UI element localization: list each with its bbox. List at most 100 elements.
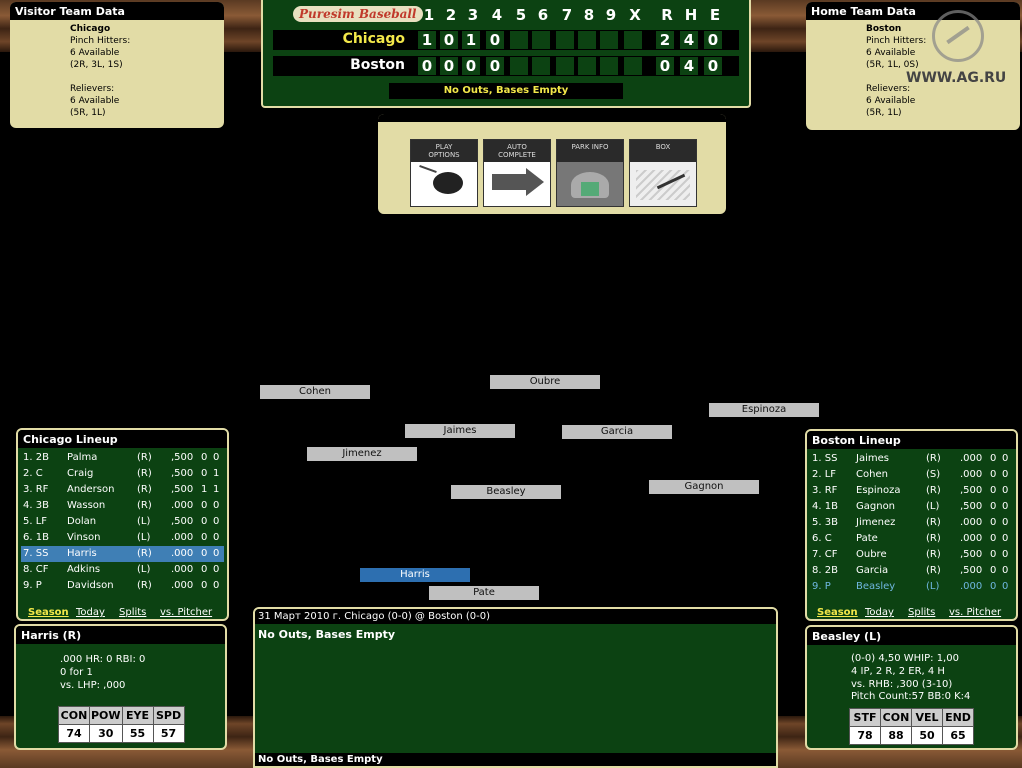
lineup-avg: .000 xyxy=(171,580,194,591)
scoreboard-row-home: Boston 0000040 xyxy=(273,56,739,76)
lineup-row[interactable]: 5. LF Dolan (L) ,500 0 0 xyxy=(21,514,224,530)
lineup-hand: (R) xyxy=(137,468,152,479)
scoreboard-cell: 0 xyxy=(462,57,480,75)
lineup-tab-today[interactable]: Today xyxy=(865,607,894,618)
visitor-rel-split: (5R, 1L) xyxy=(70,108,106,118)
lineup-row[interactable]: 1. 2B Palma (R) ,500 0 0 xyxy=(21,450,224,466)
fielder-catcher[interactable]: Pate xyxy=(429,586,539,600)
rating-header: CON xyxy=(880,708,912,727)
scoreboard-status: No Outs, Bases Empty xyxy=(389,83,623,99)
lineup-row[interactable]: 2. LF Cohen (S) .000 0 0 xyxy=(810,467,1013,483)
scoreboard-cell xyxy=(532,31,550,49)
scoreboard-cell xyxy=(556,57,574,75)
lineup-hr: 0 xyxy=(990,549,997,560)
lineup-rbi: 0 xyxy=(213,516,220,527)
play-log-panel: 31 Март 2010 г. Chicago (0-0) @ Boston (… xyxy=(253,607,778,768)
lineup-avg: ,500 xyxy=(960,501,983,512)
lineup-tab-season[interactable]: Season xyxy=(817,607,858,618)
scoreboard-cell xyxy=(510,31,528,49)
lineup-row[interactable]: 6. 1B Vinson (L) .000 0 0 xyxy=(21,530,224,546)
visitor-ph-split: (2R, 3L, 1S) xyxy=(70,60,123,70)
batter-split-line: vs. LHP: ,000 xyxy=(60,680,126,691)
lineup-rbi: 0 xyxy=(213,548,220,559)
scoreboard-team-home: Boston xyxy=(350,57,405,73)
scoreboard-header-1: 2 xyxy=(445,6,457,24)
rating-header: END xyxy=(942,708,974,727)
lineup-rbi: 0 xyxy=(213,580,220,591)
scoreboard-cell: 1 xyxy=(418,31,436,49)
pitcher-card-title: Beasley (L) xyxy=(807,627,1016,645)
park-info-button[interactable]: PARK INFO xyxy=(556,139,624,207)
lineup-rbi: 0 xyxy=(1002,469,1009,480)
lineup-avg: ,500 xyxy=(171,468,194,479)
visitor-team-name: Chicago xyxy=(70,24,111,34)
lineup-avg: ,500 xyxy=(171,516,194,527)
lineup-tab-splits[interactable]: Splits xyxy=(119,607,146,618)
lineup-row[interactable]: 9. P Davidson (R) .000 0 0 xyxy=(21,578,224,594)
lineup-hand: (R) xyxy=(137,548,152,559)
arrow-icon xyxy=(484,162,550,206)
rating-header: STF xyxy=(849,708,881,727)
lineup-row[interactable]: 6. C Pate (R) .000 0 0 xyxy=(810,531,1013,547)
lineup-row[interactable]: 5. 3B Jimenez (R) .000 0 0 xyxy=(810,515,1013,531)
fielder-pitcher[interactable]: Beasley xyxy=(451,485,561,499)
lineup-hr: 0 xyxy=(201,580,208,591)
scoreboard-cell: 0 xyxy=(486,57,504,75)
lineup-hr: 0 xyxy=(990,453,997,464)
lineup-name: Dolan xyxy=(67,516,97,527)
visitor-team-panel: Visitor Team Data Chicago Pinch Hitters:… xyxy=(10,2,224,128)
fielder-second-base[interactable]: Garcia xyxy=(562,425,672,439)
box-button[interactable]: BOX xyxy=(629,139,697,207)
lineup-row[interactable]: 8. CF Adkins (L) .000 0 0 xyxy=(21,562,224,578)
play-options-button[interactable]: PLAY OPTIONS xyxy=(410,139,478,207)
home-team-panel: Home Team Data Boston Pinch Hitters: 6 A… xyxy=(806,2,1020,130)
lineup-hr: 0 xyxy=(201,564,208,575)
scoreboard-header-9: X xyxy=(629,6,641,24)
lineup-avg: ,500 xyxy=(960,565,983,576)
lineup-slot: 4. 1B xyxy=(812,501,838,512)
lineup-hr: 1 xyxy=(201,484,208,495)
lineup-slot: 1. 2B xyxy=(23,452,49,463)
lineup-tab-season[interactable]: Season xyxy=(28,607,69,618)
current-batter[interactable]: Harris xyxy=(360,568,470,582)
lineup-row[interactable]: 3. RF Anderson (R) ,500 1 1 xyxy=(21,482,224,498)
scoreboard-cell xyxy=(600,57,618,75)
lineup-slot: 5. LF xyxy=(23,516,48,527)
lineup-row[interactable]: 4. 1B Gagnon (L) ,500 0 0 xyxy=(810,499,1013,515)
pitcher-today-line: 4 IP, 2 R, 2 ER, 4 H xyxy=(851,666,945,677)
scoreboard-cell xyxy=(556,31,574,49)
lineup-hr: 0 xyxy=(201,468,208,479)
lineup-row[interactable]: 1. SS Jaimes (R) .000 0 0 xyxy=(810,451,1013,467)
fielder-center-field[interactable]: Oubre xyxy=(490,375,600,389)
fielder-shortstop[interactable]: Jaimes xyxy=(405,424,515,438)
lineup-avg: ,500 xyxy=(960,485,983,496)
fielder-left-field[interactable]: Cohen xyxy=(260,385,370,399)
rating-value: 88 xyxy=(880,726,912,745)
lineup-row[interactable]: 4. 3B Wasson (R) .000 0 0 xyxy=(21,498,224,514)
park-info-label: PARK INFO xyxy=(557,140,623,162)
lineup-hr: 0 xyxy=(201,452,208,463)
scoreboard-header-6: 7 xyxy=(561,6,573,24)
lineup-name: Beasley xyxy=(856,581,896,592)
play-log-body: No Outs, Bases Empty xyxy=(258,628,396,641)
lineup-tab-splits[interactable]: Splits xyxy=(908,607,935,618)
lineup-row[interactable]: 7. CF Oubre (R) ,500 0 0 xyxy=(810,547,1013,563)
lineup-slot: 4. 3B xyxy=(23,500,49,511)
home-lineup-title: Boston Lineup xyxy=(807,431,1016,449)
lineup-row[interactable]: 8. 2B Garcia (R) ,500 0 0 xyxy=(810,563,1013,579)
rating-value: 78 xyxy=(849,726,881,745)
lineup-row[interactable]: 3. RF Espinoza (R) ,500 0 0 xyxy=(810,483,1013,499)
fielder-third-base[interactable]: Jimenez xyxy=(307,447,417,461)
visitor-ph-available: 6 Available xyxy=(70,48,120,58)
fielder-first-base[interactable]: Gagnon xyxy=(649,480,759,494)
lineup-tab-vs-pitcher[interactable]: vs. Pitcher xyxy=(160,607,212,618)
auto-complete-button[interactable]: AUTO COMPLETE xyxy=(483,139,551,207)
rating-header: CON xyxy=(58,706,90,725)
lineup-tab-today[interactable]: Today xyxy=(76,607,105,618)
lineup-tab-vs-pitcher[interactable]: vs. Pitcher xyxy=(949,607,1001,618)
lineup-row[interactable]: 2. C Craig (R) ,500 0 1 xyxy=(21,466,224,482)
lineup-row[interactable]: 7. SS Harris (R) .000 0 0 xyxy=(21,546,224,562)
fielder-right-field[interactable]: Espinoza xyxy=(709,403,819,417)
scoreboard-header-4: 5 xyxy=(515,6,527,24)
lineup-row[interactable]: 9. P Beasley (L) .000 0 0 xyxy=(810,579,1013,595)
